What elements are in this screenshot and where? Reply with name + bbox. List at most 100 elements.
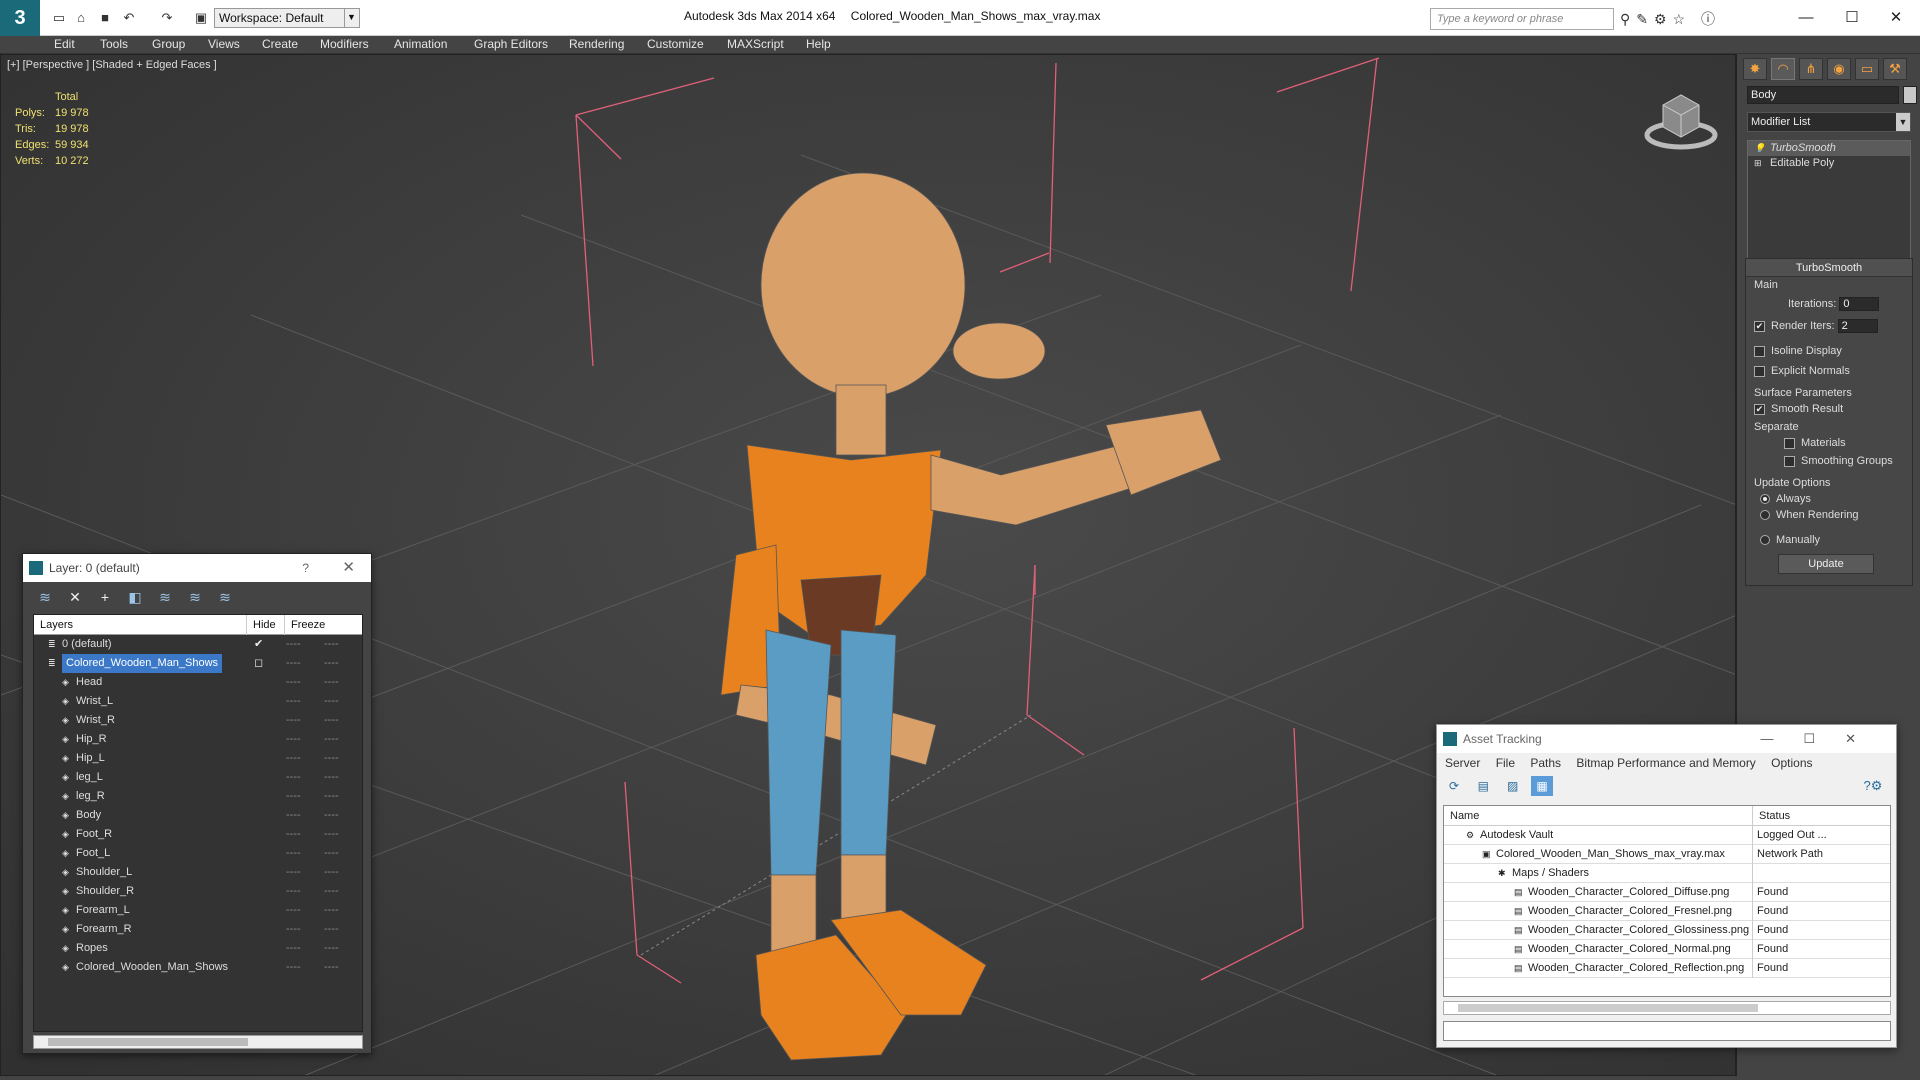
hide-toggle[interactable]: ---- [286, 787, 301, 806]
hide-toggle[interactable]: ---- [286, 806, 301, 825]
render-iters-spinner[interactable]: 2 [1837, 319, 1878, 333]
layer-window-titlebar[interactable]: Layer: 0 (default) ? ✕ [23, 554, 371, 582]
menu-create[interactable]: Create [262, 37, 298, 51]
wooden-man-model[interactable] [720, 172, 1222, 1061]
rollout-title[interactable]: TurboSmooth [1746, 259, 1912, 277]
model-neck[interactable] [835, 384, 887, 456]
asset-row[interactable]: ✱ Maps / Shaders [1444, 864, 1890, 883]
model-nose[interactable] [952, 322, 1046, 380]
hide-toggle[interactable]: ---- [286, 901, 301, 920]
asset-row[interactable]: ▤ Wooden_Character_Colored_Normal.png Foun… [1444, 940, 1890, 959]
menu-customize[interactable]: Customize [647, 37, 704, 51]
asset-row[interactable]: ▣ Colored_Wooden_Man_Shows_max_vray.max Ne… [1444, 845, 1890, 864]
thumbnail-view-icon[interactable]: ▨ [1502, 776, 1524, 796]
smoothing-groups-checkbox[interactable] [1784, 455, 1795, 467]
object-name-field[interactable]: Body [1747, 86, 1899, 104]
freeze-toggle[interactable]: ---- [324, 806, 339, 825]
hide-all-layers-icon[interactable]: ≋ [183, 586, 207, 608]
asset-menu-paths[interactable]: Paths [1530, 756, 1561, 770]
layer-row[interactable]: ◈ Forearm_R ---- ---- [34, 920, 362, 939]
hide-toggle[interactable]: ---- [286, 730, 301, 749]
select-in-layer-icon[interactable]: ◧ [123, 586, 147, 608]
update-button[interactable]: Update [1778, 554, 1874, 574]
create-tab-icon[interactable]: ✸ [1743, 58, 1767, 80]
chevron-down-icon[interactable]: ▼ [1896, 113, 1910, 131]
redo-icon[interactable]: ↷ [158, 9, 176, 27]
asset-row[interactable]: ▤ Wooden_Character_Colored_Diffuse.png Fou… [1444, 883, 1890, 902]
hide-toggle[interactable]: ---- [286, 654, 301, 673]
iterations-spinner[interactable]: 0 [1839, 297, 1880, 311]
hide-toggle[interactable]: ---- [286, 825, 301, 844]
always-radio[interactable] [1760, 494, 1770, 505]
expand-plus-icon[interactable]: ⊞ [1754, 158, 1764, 168]
layer-row[interactable]: ◈ Head ---- ---- [34, 673, 362, 692]
motion-tab-icon[interactable]: ◉ [1827, 58, 1851, 80]
when-rendering-radio[interactable] [1760, 510, 1770, 521]
close-icon[interactable]: ✕ [342, 554, 355, 582]
freeze-toggle[interactable]: ---- [324, 939, 339, 958]
layer-row[interactable]: ◈ Hip_L ---- ---- [34, 749, 362, 768]
asset-row[interactable]: ▤ Wooden_Character_Colored_Fresnel.png Fou… [1444, 902, 1890, 921]
freeze-toggle[interactable]: ---- [324, 844, 339, 863]
hierarchy-tab-icon[interactable]: ⋔ [1799, 58, 1823, 80]
menu-group[interactable]: Group [152, 37, 185, 51]
layer-row[interactable]: ◈ Shoulder_L ---- ---- [34, 863, 362, 882]
freeze-toggle[interactable]: ---- [324, 901, 339, 920]
table-view-icon[interactable]: ▦ [1531, 776, 1554, 796]
layer-row[interactable]: ◈ leg_L ---- ---- [34, 768, 362, 787]
model-forearm-left[interactable] [735, 684, 937, 766]
hide-toggle[interactable]: ---- [286, 958, 301, 977]
minimize-button[interactable]: — [1786, 6, 1826, 30]
freeze-toggle[interactable]: ---- [324, 749, 339, 768]
horizontal-scrollbar[interactable] [1443, 1001, 1891, 1015]
layer-list[interactable]: Layers Hide Freeze ≣ 0 (default) ✔ ---- ----… [33, 614, 363, 1032]
layer-row[interactable]: ◈ Foot_R ---- ---- [34, 825, 362, 844]
help-button[interactable]: ? [302, 554, 309, 582]
hide-toggle[interactable]: ---- [286, 863, 301, 882]
window-controls[interactable]: —☐✕ [1760, 725, 1886, 753]
hide-toggle[interactable]: ---- [286, 844, 301, 863]
hide-toggle[interactable]: ---- [286, 635, 301, 654]
search-input[interactable]: Type a keyword or phrase [1430, 8, 1614, 30]
open-file-icon[interactable]: ⌂ [72, 9, 90, 27]
refresh-icon[interactable]: ⟳ [1443, 776, 1465, 796]
infocenter-icons[interactable]: ⚲✎⚙☆ ⓘ [1620, 9, 1721, 29]
freeze-toggle[interactable]: ---- [324, 863, 339, 882]
hide-toggle[interactable]: ---- [286, 882, 301, 901]
help-icons[interactable]: ?⚙ [1862, 776, 1884, 796]
layer-row[interactable]: ◈ Wrist_R ---- ---- [34, 711, 362, 730]
close-button[interactable]: ✕ [1876, 6, 1916, 30]
menu-modifiers[interactable]: Modifiers [320, 37, 369, 51]
model-leg-right[interactable] [840, 629, 897, 856]
asset-window-titlebar[interactable]: Asset Tracking —☐✕ [1437, 725, 1896, 753]
menu-animation[interactable]: Animation [394, 37, 447, 51]
menu-tools[interactable]: Tools [100, 37, 128, 51]
model-leg-left[interactable] [765, 629, 832, 876]
col-layers[interactable]: Layers [40, 615, 73, 635]
scroll-thumb[interactable] [48, 1038, 248, 1046]
materials-checkbox[interactable] [1784, 437, 1795, 449]
layer-row[interactable]: ◈ Hip_R ---- ---- [34, 730, 362, 749]
asset-menu-options[interactable]: Options [1771, 756, 1812, 770]
explicit-normals-checkbox[interactable] [1754, 365, 1765, 377]
modifier-stack[interactable]: 💡 TurboSmooth ⊞ Editable Poly [1747, 140, 1911, 264]
freeze-toggle[interactable]: ---- [324, 768, 339, 787]
maximize-button[interactable]: ☐ [1832, 6, 1872, 30]
render-iters-checkbox[interactable]: ✔ [1754, 320, 1765, 332]
freeze-toggle[interactable]: ---- [324, 673, 339, 692]
asset-menu-file[interactable]: File [1496, 756, 1515, 770]
asset-menu-server[interactable]: Server [1445, 756, 1480, 770]
modifier-list-dropdown[interactable]: Modifier List ▼ [1747, 112, 1911, 132]
layer-row[interactable]: ◈ Forearm_L ---- ---- [34, 901, 362, 920]
stack-item-editable-poly[interactable]: ⊞ Editable Poly [1748, 156, 1910, 171]
layer-row[interactable]: ◈ Ropes ---- ---- [34, 939, 362, 958]
viewcube-icon[interactable] [1641, 85, 1721, 155]
menu-graph-editors[interactable]: Graph Editors [474, 37, 548, 51]
modify-tab-icon[interactable]: ◠ [1771, 58, 1795, 80]
freeze-toggle[interactable]: ---- [324, 730, 339, 749]
hide-toggle[interactable]: ---- [286, 939, 301, 958]
asset-row[interactable]: ▤ Wooden_Character_Colored_Glossiness.png… [1444, 921, 1890, 940]
lightbulb-icon[interactable]: 💡 [1754, 143, 1765, 153]
col-name[interactable]: Name [1450, 806, 1479, 826]
freeze-toggle[interactable]: ---- [324, 958, 339, 977]
